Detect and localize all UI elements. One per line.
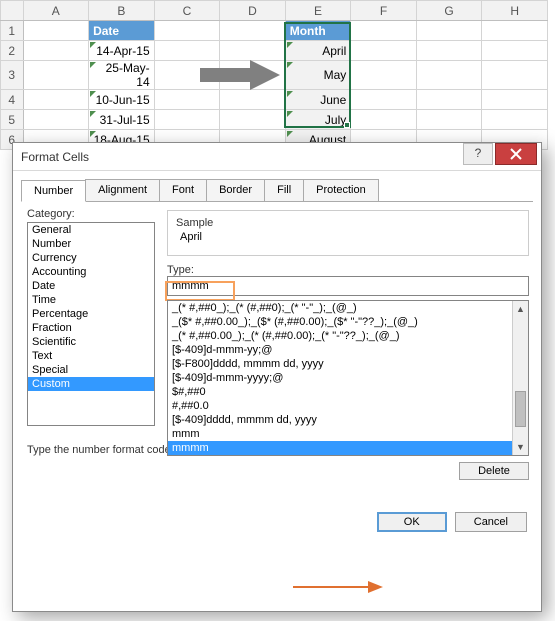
cell-F2[interactable] — [351, 41, 417, 61]
category-item[interactable]: Fraction — [28, 321, 154, 335]
category-item-custom[interactable]: Custom — [28, 377, 154, 391]
col-G[interactable]: G — [416, 1, 482, 21]
row-5[interactable]: 5 — [1, 110, 24, 130]
dialog-titlebar[interactable]: Format Cells ? — [13, 143, 541, 171]
format-code-item-selected[interactable]: mmmm — [168, 441, 528, 455]
sample-value: April — [176, 229, 520, 245]
format-cells-dialog: Format Cells ? Number Alignment Font Bor… — [12, 142, 542, 612]
help-button[interactable]: ? — [463, 143, 493, 165]
cancel-button[interactable]: Cancel — [455, 512, 527, 532]
format-code-item[interactable]: [$-409]d-mmm-yy;@ — [168, 343, 528, 357]
cell-A1[interactable] — [23, 21, 89, 41]
category-item[interactable]: Special — [28, 363, 154, 377]
cell-B1[interactable]: Date — [89, 21, 155, 41]
category-item[interactable]: Number — [28, 237, 154, 251]
tab-number[interactable]: Number — [21, 180, 86, 202]
category-item[interactable]: Text — [28, 349, 154, 363]
close-icon — [509, 147, 523, 161]
select-all-corner[interactable] — [1, 1, 24, 21]
col-E[interactable]: E — [285, 1, 351, 21]
cell-C1[interactable] — [154, 21, 220, 41]
col-C[interactable]: C — [154, 1, 220, 21]
col-D[interactable]: D — [220, 1, 286, 21]
tab-protection[interactable]: Protection — [303, 179, 379, 201]
format-code-item[interactable]: $#,##0 — [168, 385, 528, 399]
row-3[interactable]: 3 — [1, 61, 24, 90]
col-F[interactable]: F — [351, 1, 417, 21]
scroll-thumb[interactable] — [515, 391, 526, 427]
format-code-item[interactable]: _(* #,##0.00_);_(* (#,##0.00);_(* "-"??_… — [168, 329, 528, 343]
sample-label: Sample — [176, 217, 520, 229]
scroll-down-icon[interactable]: ▼ — [513, 439, 528, 455]
cell-H1[interactable] — [482, 21, 548, 41]
row-4[interactable]: 4 — [1, 90, 24, 110]
category-item[interactable]: Scientific — [28, 335, 154, 349]
tab-font[interactable]: Font — [159, 179, 207, 201]
cell-D1[interactable] — [220, 21, 286, 41]
category-item[interactable]: General — [28, 223, 154, 237]
ok-button[interactable]: OK — [377, 512, 447, 532]
col-B[interactable]: B — [89, 1, 155, 21]
type-input[interactable] — [167, 276, 529, 296]
tab-fill[interactable]: Fill — [264, 179, 304, 201]
cell-B3[interactable]: 25-May-14 — [89, 61, 155, 90]
category-item[interactable]: Currency — [28, 251, 154, 265]
cell-A2[interactable] — [23, 41, 89, 61]
cell-E3[interactable]: May — [285, 61, 351, 90]
cell-G1[interactable] — [416, 21, 482, 41]
annotation-arrow-icon — [200, 60, 280, 90]
format-code-item[interactable]: _($* #,##0.00_);_($* (#,##0.00);_($* "-"… — [168, 315, 528, 329]
format-code-item[interactable]: [$-409]d-mmm-yyyy;@ — [168, 371, 528, 385]
row-2[interactable]: 2 — [1, 41, 24, 61]
cell-C2[interactable] — [154, 41, 220, 61]
dialog-tabs: Number Alignment Font Border Fill Protec… — [21, 179, 533, 202]
format-code-item[interactable]: _(* #,##0_);_(* (#,##0);_(* "-"_);_(@_) — [168, 301, 528, 315]
category-item[interactable]: Date — [28, 279, 154, 293]
annotation-arrow-icon — [293, 577, 383, 597]
col-H[interactable]: H — [482, 1, 548, 21]
cell-D2[interactable] — [220, 41, 286, 61]
tab-alignment[interactable]: Alignment — [85, 179, 160, 201]
col-A[interactable]: A — [23, 1, 89, 21]
format-code-item[interactable]: #,##0.0 — [168, 399, 528, 413]
scroll-up-icon[interactable]: ▲ — [513, 301, 528, 317]
cell-E4[interactable]: June — [285, 90, 351, 110]
format-code-list[interactable]: _(* #,##0_);_(* (#,##0);_(* "-"_);_(@_) … — [167, 300, 529, 456]
format-code-item[interactable]: mmm — [168, 427, 528, 441]
category-item[interactable]: Percentage — [28, 307, 154, 321]
cell-E5[interactable]: July — [285, 110, 351, 130]
category-item[interactable]: Accounting — [28, 265, 154, 279]
cell-E2[interactable]: April — [285, 41, 351, 61]
fill-handle[interactable] — [344, 122, 350, 128]
dialog-title: Format Cells — [21, 150, 89, 164]
category-list[interactable]: General Number Currency Accounting Date … — [27, 222, 155, 426]
format-code-item[interactable]: [$-409]dddd, mmmm dd, yyyy — [168, 413, 528, 427]
cell-B4[interactable]: 10-Jun-15 — [89, 90, 155, 110]
cell-B5[interactable]: 31-Jul-15 — [89, 110, 155, 130]
cell-B2[interactable]: 14-Apr-15 — [89, 41, 155, 61]
type-label: Type: — [167, 264, 529, 276]
format-list-scrollbar[interactable]: ▲ ▼ — [512, 301, 528, 455]
tab-border[interactable]: Border — [206, 179, 265, 201]
row-1[interactable]: 1 — [1, 21, 24, 41]
category-item[interactable]: Time — [28, 293, 154, 307]
cell-E1[interactable]: Month — [285, 21, 351, 41]
format-code-item[interactable]: [$-F800]dddd, mmmm dd, yyyy — [168, 357, 528, 371]
close-button[interactable] — [495, 143, 537, 165]
cell-F1[interactable] — [351, 21, 417, 41]
delete-button[interactable]: Delete — [459, 462, 529, 480]
sample-box: Sample April — [167, 210, 529, 256]
